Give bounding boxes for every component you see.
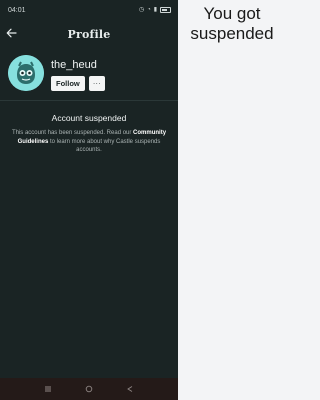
suspension-title: Account suspended (51, 113, 127, 123)
suspension-text-start: This account has been suspended. Read ou… (11, 130, 134, 136)
phone-screen: 04:01 ◷ ◔ ▮ Profile the_heud Follow ··· … (0, 0, 178, 400)
back-arrow-icon[interactable] (3, 25, 19, 41)
status-bar: 04:01 ◷ ◔ ▮ (0, 0, 178, 20)
profile-header: the_heud Follow ··· (0, 48, 178, 108)
home-icon[interactable] (82, 382, 96, 396)
page-title: Profile (67, 27, 111, 41)
status-time: 04:01 (8, 6, 26, 14)
top-bar: Profile (0, 20, 178, 48)
menu-icon[interactable] (41, 382, 55, 396)
battery-icon (160, 7, 171, 13)
suspension-message: This account has been suspended. Read ou… (0, 129, 178, 155)
suspension-text-end: to learn more about why Castle suspends … (48, 138, 161, 154)
back-icon[interactable] (123, 382, 137, 396)
avatar[interactable] (8, 55, 44, 91)
caption-line-1: You got (203, 4, 261, 23)
follow-button[interactable]: Follow (51, 76, 85, 91)
more-options-button[interactable]: ··· (88, 76, 105, 91)
username: the_heud (51, 59, 97, 71)
caption-line-2: suspended (190, 24, 274, 43)
status-icons: ◷ ◔ ▮ (139, 7, 171, 13)
suspension-notice: Account suspended This account has been … (0, 113, 178, 155)
profile-actions: Follow ··· (51, 76, 105, 91)
signal-icon: ▮ (153, 7, 157, 13)
system-nav-bar (0, 378, 178, 400)
wifi-icon: ◔ (147, 7, 151, 13)
alarm-icon: ◷ (138, 7, 145, 13)
divider (0, 100, 178, 101)
caption: You got suspended (180, 4, 284, 44)
